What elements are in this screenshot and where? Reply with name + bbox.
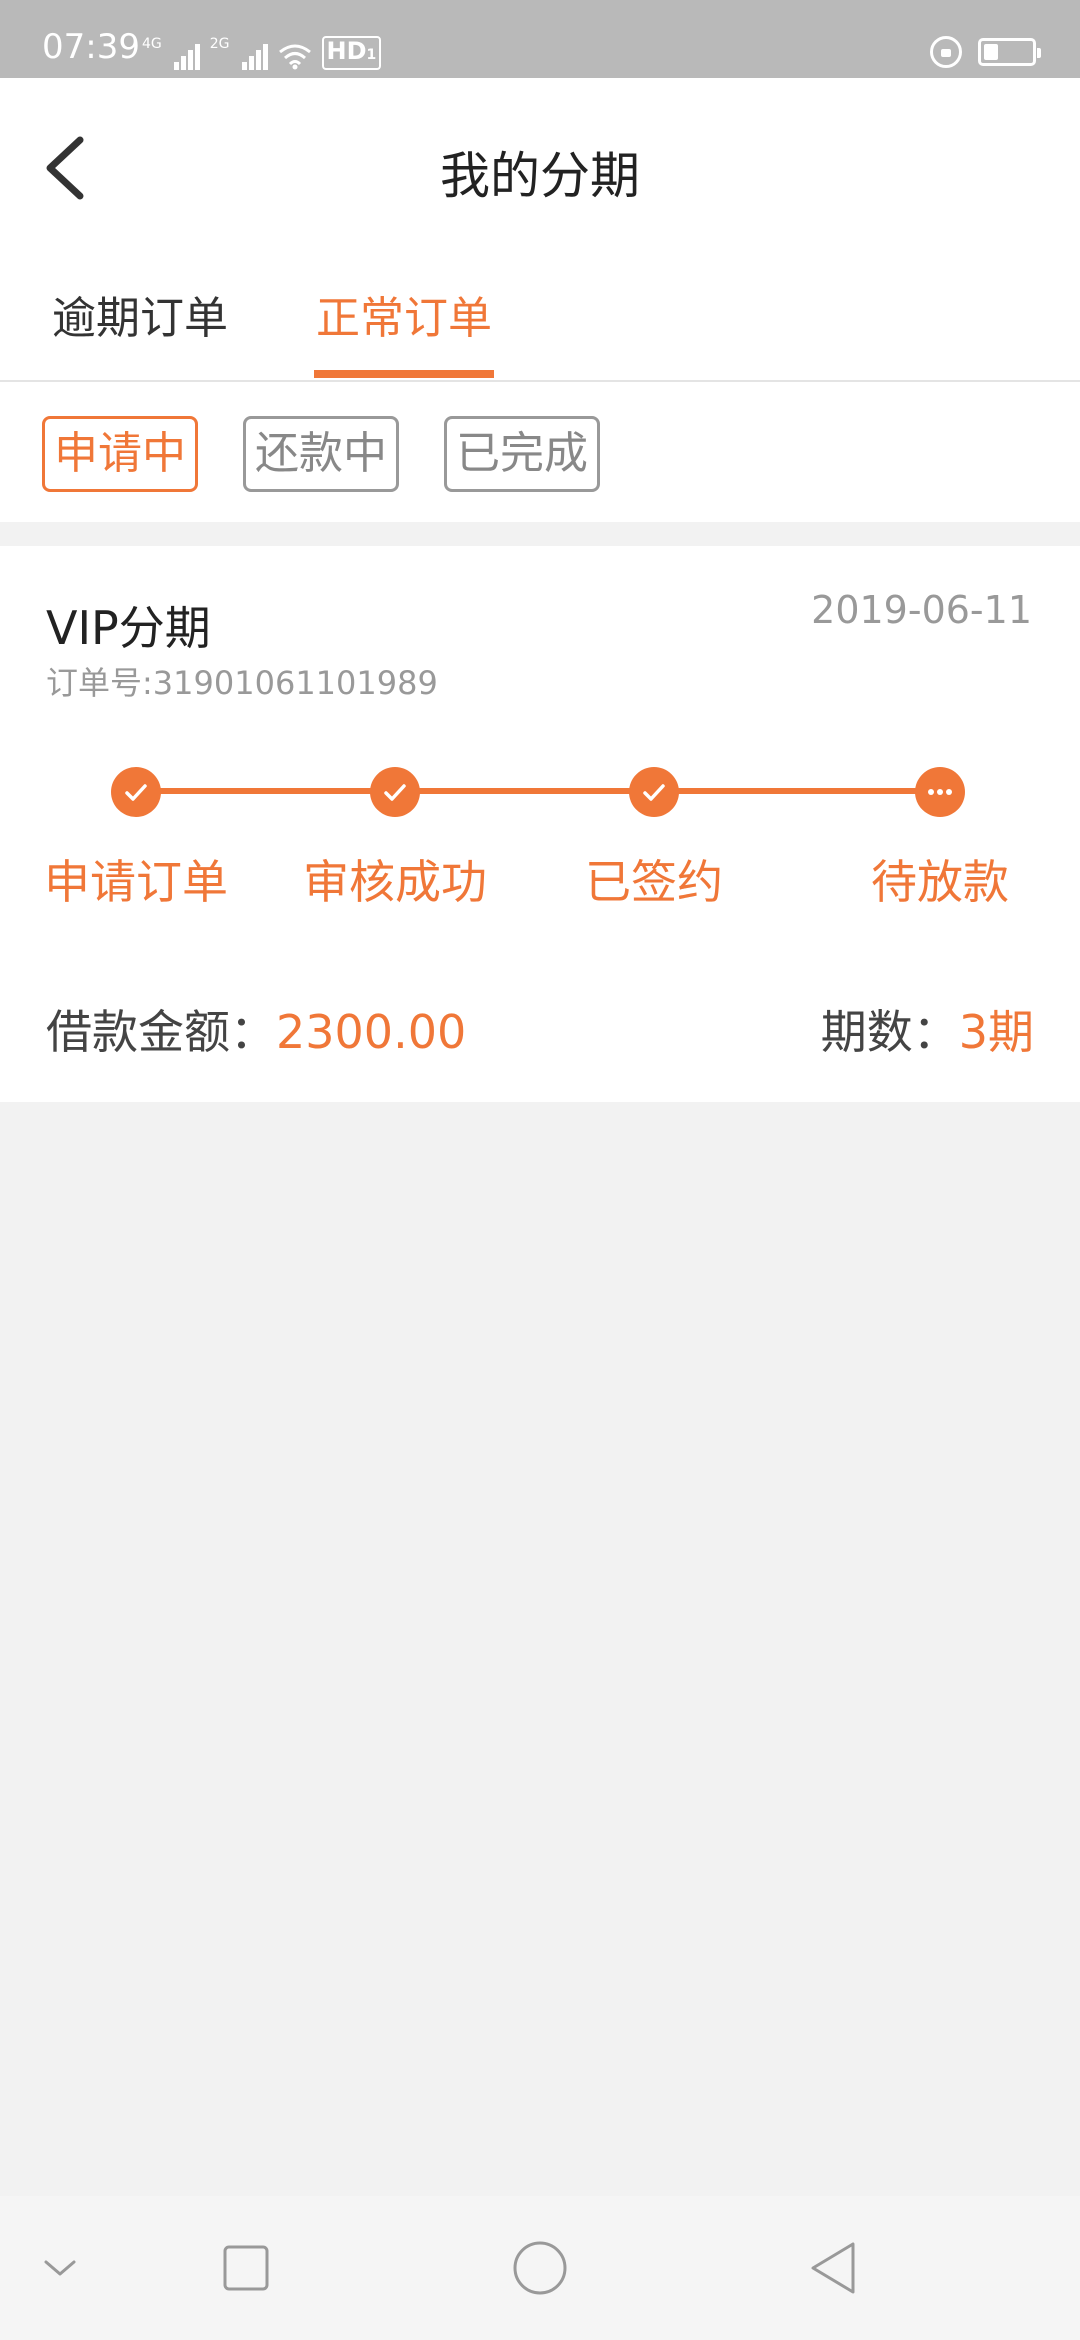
rotation-lock-icon	[930, 36, 962, 68]
step-check-icon	[629, 767, 679, 817]
periods-value: 3期	[958, 1005, 1034, 1059]
step-label-apply: 申请订单	[44, 855, 228, 909]
wifi-icon	[278, 44, 311, 70]
installment-periods: 期数：3期	[821, 996, 1034, 1062]
back-triangle-icon[interactable]	[808, 2240, 858, 2296]
step-more-dots-icon	[915, 767, 965, 817]
network-type-label-2: 2G	[209, 36, 230, 52]
page-title: 我的分期	[440, 147, 640, 205]
step-label-approved: 审核成功	[303, 855, 487, 909]
order-number-label: 订单号:	[46, 664, 153, 702]
order-number: 订单号:31901061101989	[46, 658, 438, 704]
status-time: 07:39	[42, 27, 140, 67]
filter-applying[interactable]: 申请中	[42, 416, 198, 492]
hd-icon: HD1	[321, 36, 382, 70]
loan-amount-label: 借款金额：	[46, 1005, 276, 1059]
periods-label: 期数：	[820, 1005, 959, 1059]
signal-2g-icon	[241, 42, 268, 70]
loan-amount-value: 2300.00	[276, 1005, 467, 1059]
system-nav-bar	[0, 2196, 1080, 2340]
order-progress	[0, 761, 1080, 821]
order-tabs: 逾期订单 正常订单	[0, 278, 1080, 380]
order-date: 2019-06-11	[811, 588, 1032, 632]
order-number-value: 31901061101989	[152, 664, 438, 702]
status-filter-bar: 申请中 还款中 已完成	[0, 382, 1080, 522]
home-icon[interactable]	[512, 2240, 568, 2296]
order-title: VIP分期	[46, 601, 211, 655]
network-type-label: 4G	[142, 36, 162, 52]
step-check-icon	[111, 767, 161, 817]
active-tab-indicator	[314, 370, 494, 378]
filter-repaying[interactable]: 还款中	[243, 416, 399, 492]
battery-icon	[978, 38, 1041, 66]
order-card[interactable]: VIP分期 2019-06-11 订单号:31901061101989 申请订单…	[0, 546, 1080, 1102]
filter-completed[interactable]: 已完成	[444, 416, 600, 492]
status-bar: 07:39 4G 2G HD1	[0, 0, 1080, 78]
signal-4g-icon	[173, 42, 200, 70]
recent-apps-icon[interactable]	[222, 2244, 270, 2292]
status-icons: 4G 2G HD1	[142, 36, 382, 70]
step-label-signed: 已签约	[585, 855, 723, 909]
collapse-chevron-icon[interactable]	[42, 2256, 78, 2280]
status-right-icons	[930, 36, 1041, 68]
progress-line	[136, 788, 940, 794]
loan-amount: 借款金额：2300.00	[46, 996, 466, 1062]
step-label-pending-loan: 待放款	[871, 855, 1009, 909]
step-check-icon	[370, 767, 420, 817]
